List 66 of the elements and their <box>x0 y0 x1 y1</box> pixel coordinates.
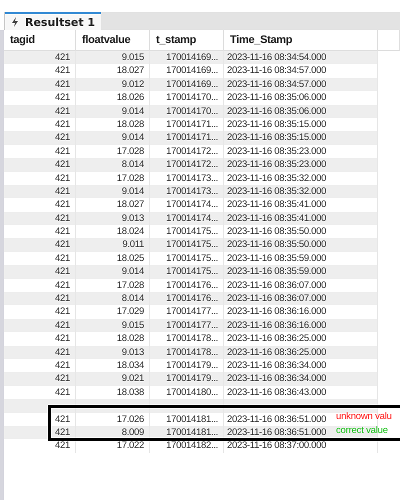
table-cell: 170014175... <box>150 265 224 279</box>
table-cell: 170014173... <box>150 184 224 198</box>
table-cell: 170014171... <box>150 131 224 145</box>
column-header[interactable]: floatvalue <box>76 30 150 51</box>
table-cell: 2023-11-16 08:35:41.000 <box>224 212 378 226</box>
column-header[interactable]: Time_Stamp <box>224 30 378 51</box>
table-cell: 9.014 <box>76 131 150 145</box>
table-cell: 170014169... <box>150 78 224 92</box>
table-cell: 421 <box>4 212 76 226</box>
table-cell: 170014181... <box>150 426 224 440</box>
table-cell: 170014172... <box>150 158 224 172</box>
table-cell: 8.009 <box>76 426 150 440</box>
table-cell: 421 <box>4 439 76 453</box>
table-cell: 421 <box>4 292 76 306</box>
table-cell: 170014170... <box>150 104 224 118</box>
table-cell: 2023-11-16 08:35:15.000 <box>224 131 378 145</box>
table-cell: 421 <box>4 51 76 64</box>
table-cell: 170014175... <box>150 238 224 252</box>
table-cell: 170014169... <box>150 51 224 64</box>
column-header[interactable]: tagid <box>4 30 76 51</box>
table-cell: 421 <box>4 346 76 359</box>
column-header[interactable]: t_stamp <box>150 30 224 51</box>
table-cell: 9.014 <box>76 184 150 198</box>
table-cell: 170014179... <box>150 372 224 386</box>
table-cell: 421 <box>4 318 76 332</box>
table-cell: 2023-11-16 08:35:59.000 <box>224 265 378 279</box>
table-cell: 9.013 <box>76 346 150 359</box>
table-cell: 9.014 <box>76 265 150 279</box>
table-cell: 170014177... <box>150 318 224 332</box>
tab[interactable]: Resultset 1 <box>5 12 102 30</box>
table-cell: 421 <box>4 265 76 279</box>
table-cell: 8.014 <box>76 292 150 306</box>
table-cell: 17.022 <box>76 439 150 453</box>
table-cell: 2023-11-16 08:35:06.000 <box>224 104 378 118</box>
table-cell: 8.014 <box>76 158 150 172</box>
table-cell: 421 <box>4 426 76 440</box>
table-cell: 9.014 <box>76 104 150 118</box>
table-cell: 421 <box>4 372 76 386</box>
table-cell: 2023-11-16 08:36:16.000 <box>224 318 378 332</box>
table-cell: 2023-11-16 08:36:07.000 <box>224 292 378 306</box>
table-cell: 170014174... <box>150 212 224 226</box>
table-cell: 2023-11-16 08:34:54.000 <box>224 51 378 64</box>
table-cell: 9.011 <box>76 238 150 252</box>
lightning-icon <box>11 17 19 27</box>
table-cell: 2023-11-16 08:35:23.000 <box>224 158 378 172</box>
table-cell: 2023-11-16 08:36:25.000 <box>224 346 378 359</box>
table-cell: 421 <box>4 104 76 118</box>
table-cell: 421 <box>4 131 76 145</box>
table-cell: 9.021 <box>76 372 150 386</box>
table-cell: 421 <box>4 78 76 92</box>
table-cell: 421 <box>4 238 76 252</box>
table-cell: 170014178... <box>150 346 224 359</box>
table-cell: 421 <box>4 184 76 198</box>
table-cell: 9.012 <box>76 78 150 92</box>
table-cell: 2023-11-16 08:35:50.000 <box>224 238 378 252</box>
table-cell: 9.013 <box>76 212 150 226</box>
annotation-label: unknown valu <box>336 411 392 423</box>
table-cell: 9.015 <box>76 51 150 64</box>
table-cell: 9.015 <box>76 318 150 332</box>
table-cell: 2023-11-16 08:35:32.000 <box>224 184 378 198</box>
table-cell: 2023-11-16 08:34:57.000 <box>224 78 378 92</box>
table-cell: 170014182... <box>150 439 224 453</box>
table-cell: 170014176... <box>150 292 224 306</box>
table-cell: 2023-11-16 08:36:34.000 <box>224 372 378 386</box>
table-cell: 421 <box>4 158 76 172</box>
annotation-label: correct value <box>336 425 388 437</box>
